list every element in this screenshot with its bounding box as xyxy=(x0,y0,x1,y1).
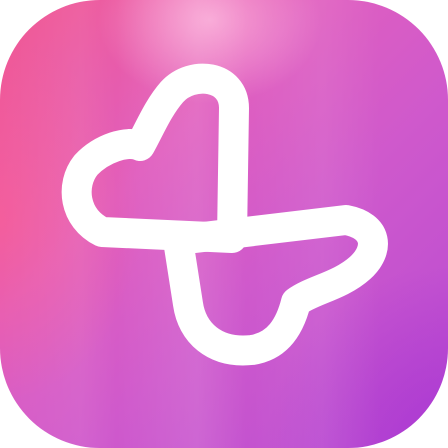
app-icon[interactable] xyxy=(0,0,448,448)
upper-heart-outline xyxy=(61,63,249,253)
twin-hearts-logo-icon xyxy=(61,63,388,366)
lower-heart-outline xyxy=(163,205,388,366)
